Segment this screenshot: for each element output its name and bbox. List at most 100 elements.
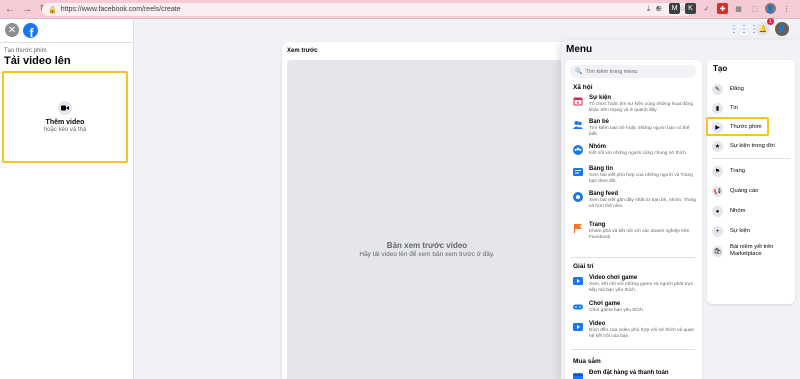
extension-plus-icon[interactable]: ✚: [717, 3, 728, 14]
sidepanel-icon[interactable]: ⬚: [749, 3, 760, 14]
lock-icon: 🔒: [48, 6, 57, 14]
menu-item-desc: Đích đến của video phù hợp với sở thích …: [589, 328, 695, 339]
search-icon: 🔍: [575, 69, 583, 75]
profile-avatar[interactable]: 👤: [765, 3, 776, 14]
more-icon[interactable]: ⋮: [781, 3, 792, 14]
menu-search[interactable]: 🔍: [570, 65, 696, 78]
menu-grid-icon[interactable]: ⋮⋮⋮: [729, 22, 759, 36]
feeds-icon: [573, 192, 583, 202]
menu-item-play-games[interactable]: Chơi game Chơi game bạn yêu thích.: [573, 301, 698, 314]
section-title-shopping: Mua sắm: [573, 358, 601, 365]
preview-empty-title: Bản xem trước video: [386, 241, 468, 250]
video-add-icon: [58, 101, 72, 115]
upload-video-dropzone[interactable]: Thêm video hoặc kéo và thả: [2, 71, 128, 163]
create-story-button[interactable]: ▮ Tin: [712, 103, 792, 114]
menu-item-desc: Xem bài viết gần đây nhất từ bạn bè, nhó…: [589, 198, 696, 209]
star-icon: ★: [712, 141, 723, 152]
create-divider: [712, 158, 790, 159]
section-divider: [571, 349, 695, 350]
create-panel: Tạo ✎ Đăng ▮ Tin ▶ Thước phim ★ Sự kiện …: [707, 60, 795, 304]
create-group-button[interactable]: ● Nhóm: [712, 206, 792, 217]
close-icon[interactable]: ✕: [5, 23, 19, 37]
menu-item-label: Trang: [589, 222, 606, 228]
create-item-label: Bài niêm yết trên Marketplace: [730, 244, 774, 257]
menu-item-groups[interactable]: Nhóm Kết nối với những người cùng chung s…: [573, 144, 698, 157]
preview-label: Xem trước: [287, 48, 318, 54]
create-reel-sidebar: ✕ f Tạo thước phim Tải video lên Thêm vi…: [0, 19, 134, 379]
divider: [0, 42, 134, 43]
menu-item-desc: Xem, kết nối với những game và người phá…: [589, 282, 694, 293]
upload-title: Thêm video: [45, 119, 85, 126]
video-icon: [573, 322, 583, 332]
edit-icon: ✎: [712, 84, 723, 95]
menu-panel: Menu 🔍 Xã hội Sự kiệnTổ chức hoặc tìm sự…: [561, 40, 800, 379]
menu-item-label: Nhóm: [589, 144, 606, 150]
menu-list: 🔍 Xã hội Sự kiệnTổ chức hoặc tìm sự kiện…: [565, 60, 702, 379]
menu-item-desc: Khám phá và kết nối với các doanh nghiệp…: [589, 229, 690, 240]
friends-icon: [573, 120, 583, 130]
menu-item-friends[interactable]: Bạn bè Tìm kiếm bạn bè hoặc những người b…: [573, 119, 698, 138]
account-avatar[interactable]: 👤: [775, 22, 789, 36]
notifications-bell-icon[interactable]: 🔔 1: [756, 18, 774, 36]
menu-item-feeds[interactable]: Bảng feed Xem bài viết gần đây nhất từ bạ…: [573, 191, 698, 210]
menu-item-orders-payments[interactable]: Đơn đặt hàng và thanh toán: [573, 370, 698, 379]
forward-icon[interactable]: →: [20, 2, 34, 16]
menu-item-news-feed[interactable]: Bảng tin Xem bài viết phù hợp của những n…: [573, 166, 698, 185]
extension-icon[interactable]: ◐: [653, 3, 664, 14]
browser-toolbar: ← → ↻ 🔒 https://www.facebook.com/reels/c…: [0, 0, 800, 19]
shopping-bag-icon: 🛍: [712, 245, 723, 257]
create-item-label: Sự kiện trong đời: [730, 143, 775, 149]
menu-item-label: Bảng feed: [589, 191, 619, 197]
extensions-puzzle-icon[interactable]: ▦: [733, 3, 744, 14]
megaphone-icon: 📢: [712, 186, 723, 197]
address-bar[interactable]: 🔒 https://www.facebook.com/reels/create …: [42, 3, 692, 16]
flag-icon: [573, 223, 583, 233]
bell-glyph: 🔔: [758, 26, 768, 33]
url-text[interactable]: https://www.facebook.com/reels/create: [61, 6, 181, 13]
menu-item-gaming-video[interactable]: Video chơi game Xem, kết nối với những ga…: [573, 275, 698, 294]
menu-item-label: Video: [589, 321, 606, 327]
book-icon: ▮: [712, 103, 723, 114]
notification-badge: 1: [767, 18, 774, 25]
extension-m-icon[interactable]: M: [669, 3, 680, 14]
back-icon[interactable]: ←: [3, 2, 17, 16]
create-item-label: Đăng: [730, 86, 744, 92]
calendar-icon: [573, 96, 583, 106]
extension-check-icon[interactable]: ✓: [701, 3, 712, 14]
flag-icon: ⚑: [712, 166, 723, 177]
menu-item-label: Bảng tin: [589, 166, 613, 172]
section-title-social: Xã hội: [573, 84, 593, 91]
menu-item-desc: Xem bài viết phù hợp của những người và …: [589, 173, 693, 184]
menu-search-input[interactable]: [585, 68, 686, 75]
breadcrumb[interactable]: Tạo thước phim: [4, 48, 47, 54]
gaming-video-icon: [573, 276, 583, 286]
create-item-label: Nhóm: [730, 208, 746, 214]
create-marketplace-listing-button[interactable]: 🛍 Bài niêm yết trên Marketplace: [712, 244, 792, 258]
create-ad-button[interactable]: 📢 Quảng cáo: [712, 186, 792, 197]
create-item-label: Sự kiện: [730, 228, 750, 234]
event-plus-icon: +: [712, 226, 723, 237]
create-item-label: Quảng cáo: [730, 188, 759, 194]
create-title: Tạo: [713, 64, 728, 73]
menu-item-label: Chơi game: [589, 301, 621, 307]
groups-icon: [573, 145, 583, 155]
create-event-button[interactable]: + Sự kiện: [712, 226, 792, 237]
menu-item-video[interactable]: Video Đích đến của video phù hợp với sở t…: [573, 321, 698, 340]
create-page-button[interactable]: ⚑ Trang: [712, 166, 792, 177]
menu-item-label: Bạn bè: [589, 119, 610, 125]
facebook-logo-icon[interactable]: f: [23, 23, 38, 38]
preview-empty-subtitle: Hãy tải video lên để xem bản xem trước ở…: [359, 251, 495, 258]
menu-title: Menu: [566, 44, 593, 55]
page-title: Tải video lên: [4, 55, 71, 67]
install-icon[interactable]: ⤓: [647, 4, 651, 14]
menu-item-events[interactable]: Sự kiện Tổ chức hoặc tìm sự kiện cùng nhữ…: [573, 95, 698, 114]
create-post-button[interactable]: ✎ Đăng: [712, 84, 792, 95]
gamepad-icon: [573, 302, 583, 312]
extension-k-icon[interactable]: K: [685, 3, 696, 14]
create-life-event-button[interactable]: ★ Sự kiện trong đời: [712, 141, 792, 152]
menu-item-label: Đơn đặt hàng và thanh toán: [589, 370, 669, 376]
menu-item-pages[interactable]: Trang Khám phá và kết nối với các doanh n…: [573, 222, 698, 241]
upload-subtitle: hoặc kéo và thả: [43, 127, 87, 133]
create-item-label: Tin: [730, 105, 738, 111]
menu-item-label: Sự kiện: [589, 95, 612, 101]
